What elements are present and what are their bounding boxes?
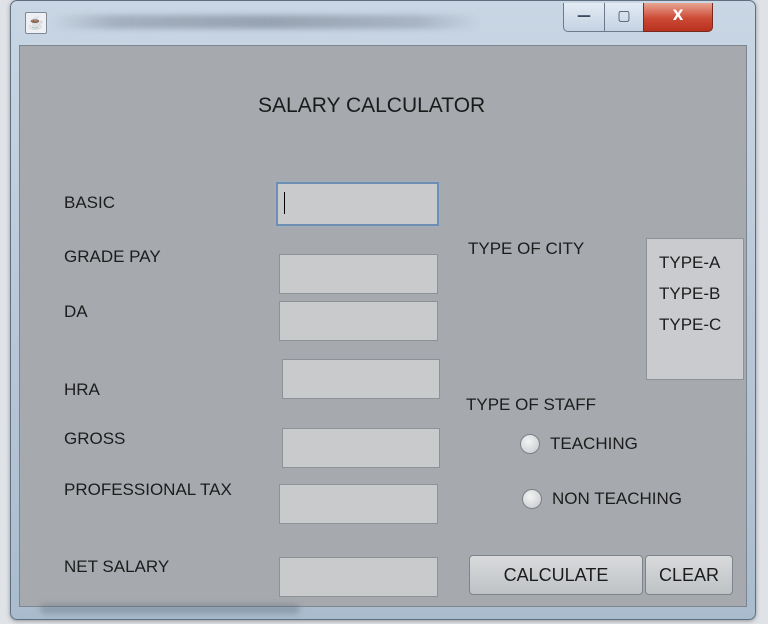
professional-tax-input[interactable] (279, 484, 438, 524)
non-teaching-radio-label: NON TEACHING (552, 489, 683, 508)
type-of-staff-label: TYPE OF STAFF (466, 395, 597, 414)
list-item-type-b[interactable]: TYPE-B (647, 278, 743, 309)
app-window: ☕ — ▢ X SALARY CALCULATOR BASIC GRADE PA… (10, 0, 756, 620)
net-salary-input[interactable] (279, 557, 438, 597)
maximize-button[interactable]: ▢ (604, 3, 644, 32)
hra-input[interactable] (282, 359, 440, 399)
teaching-radio[interactable]: TEACHING (520, 434, 638, 454)
grade-pay-input[interactable] (279, 254, 438, 294)
window-title-blurred (51, 15, 481, 29)
calculate-button[interactable]: CALCULATE (469, 555, 643, 595)
basic-label: BASIC (64, 193, 116, 212)
non-teaching-radio[interactable]: NON TEACHING (522, 489, 682, 509)
professional-tax-label: PROFESSIONAL TAX (64, 480, 232, 499)
close-button[interactable]: X (643, 3, 713, 32)
radio-circle-icon[interactable] (520, 434, 540, 454)
hra-label: HRA (64, 380, 100, 399)
grade-pay-label: GRADE PAY (64, 247, 161, 266)
title-bar[interactable]: ☕ — ▢ X (11, 1, 755, 45)
java-cup-icon[interactable]: ☕ (25, 12, 47, 34)
form-panel: SALARY CALCULATOR BASIC GRADE PAY DA HRA… (19, 45, 747, 607)
clear-button[interactable]: CLEAR (645, 555, 733, 595)
taskbar-blurred (40, 604, 300, 614)
basic-input[interactable] (276, 182, 439, 226)
minimize-button[interactable]: — (563, 3, 605, 32)
list-item-type-a[interactable]: TYPE-A (647, 247, 743, 278)
radio-circle-icon[interactable] (522, 489, 542, 509)
page-title: SALARY CALCULATOR (258, 94, 486, 117)
da-input[interactable] (279, 301, 438, 341)
gross-label: GROSS (64, 429, 126, 448)
list-item-type-c[interactable]: TYPE-C (647, 309, 743, 340)
gross-input[interactable] (282, 428, 440, 468)
net-salary-label: NET SALARY (64, 557, 170, 576)
type-of-city-label: TYPE OF CITY (468, 239, 585, 258)
teaching-radio-label: TEACHING (550, 434, 638, 453)
city-type-list[interactable]: TYPE-A TYPE-B TYPE-C (646, 238, 744, 380)
text-caret (284, 191, 285, 214)
da-label: DA (64, 302, 88, 321)
